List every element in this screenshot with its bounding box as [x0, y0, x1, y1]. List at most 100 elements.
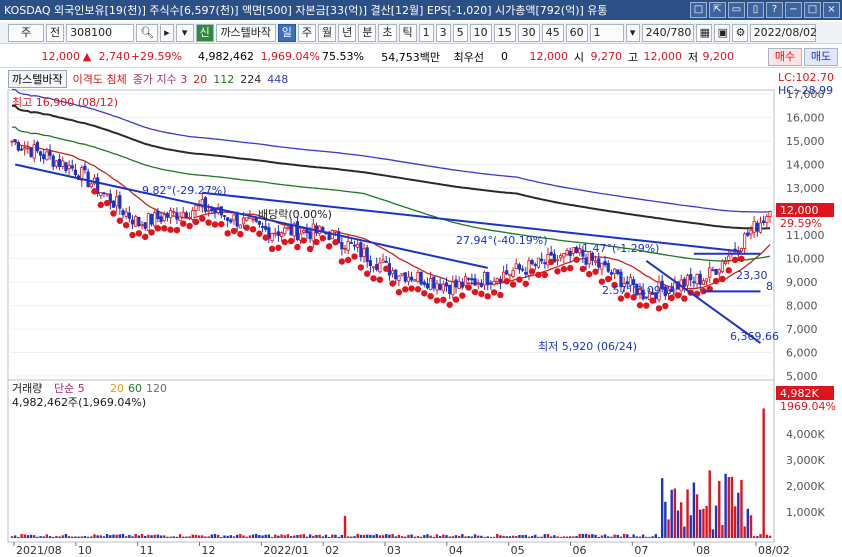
volume-bar	[581, 533, 585, 538]
oversold-dot	[636, 302, 644, 309]
interval-60[interactable]: 60	[565, 23, 588, 42]
volume-bar	[61, 535, 64, 538]
volume-bar	[55, 535, 58, 538]
oversold-dot	[199, 215, 206, 222]
volume-bar	[410, 534, 413, 538]
price-tick-label: 8,000	[786, 300, 818, 313]
oversold-dot	[497, 291, 504, 299]
close-icon[interactable]: ×	[823, 2, 840, 18]
volume-bar	[480, 535, 483, 538]
volume-label: 거래량	[12, 382, 42, 395]
period-minute[interactable]: 분	[358, 23, 377, 42]
window-title: KOSDAQ 외국인보유[19(천)] 주식수[6,597(천)] 액면[500…	[4, 4, 608, 17]
candle-body	[438, 283, 442, 290]
interval-30[interactable]: 30	[517, 23, 540, 42]
period-year[interactable]: 년	[338, 23, 357, 42]
period-week[interactable]: 주	[297, 23, 316, 42]
date-input[interactable]: 2022/08/02	[749, 23, 817, 42]
candle-body	[105, 193, 109, 196]
oversold-dot	[535, 271, 542, 278]
volume-bar	[229, 535, 233, 538]
volume-bar	[80, 536, 83, 538]
volume-bar	[394, 536, 397, 538]
prev-button[interactable]: 전	[46, 23, 65, 42]
interval-input[interactable]: 1	[589, 23, 624, 42]
layout-icon[interactable]: ▭	[728, 2, 745, 18]
candle-body	[229, 219, 233, 223]
volume-bar	[39, 536, 42, 538]
volume-bar	[26, 535, 30, 538]
volume-bar	[74, 536, 77, 538]
oversold-dot	[383, 265, 390, 272]
candle-body	[603, 261, 607, 266]
interval-45[interactable]: 45	[541, 23, 564, 42]
current-price: 12,000	[41, 50, 81, 63]
candle-body	[191, 210, 195, 220]
candle-body	[362, 248, 366, 257]
price-tick-label: 11,000	[786, 229, 825, 242]
chevron-down-icon[interactable]: ▾	[625, 23, 640, 42]
volume-bar	[676, 510, 680, 538]
candle-body	[118, 195, 122, 209]
candle-body	[562, 253, 566, 258]
period-tick[interactable]: 틱	[398, 23, 417, 42]
candle-body	[178, 216, 182, 221]
interval-5[interactable]: 5	[452, 23, 468, 42]
oversold-dot	[516, 276, 523, 283]
interval-1[interactable]: 1	[418, 23, 434, 42]
code-input[interactable]: 308100	[66, 23, 135, 42]
count-display[interactable]: 240/780	[641, 23, 694, 42]
popout-icon[interactable]: ⇱	[709, 2, 726, 18]
candle-body	[444, 282, 449, 287]
speaker-icon[interactable]: ▸	[160, 23, 174, 42]
interval-10[interactable]: 10	[469, 23, 492, 42]
price-chart[interactable]: 17,00016,00015,00014,00013,00012,00011,0…	[0, 68, 842, 557]
oversold-dot	[224, 230, 231, 237]
search-icon[interactable]: 🔍︎	[136, 23, 159, 42]
candle-body	[283, 227, 287, 235]
oversold-dot	[154, 225, 162, 232]
save-icon[interactable]: ▣	[713, 23, 730, 42]
candle-body	[127, 212, 131, 219]
gear-icon[interactable]: ⚙	[731, 23, 748, 42]
trade-amount: 54,753백만	[381, 50, 440, 64]
buy-button[interactable]: 매수	[768, 48, 802, 66]
oversold-dot	[186, 222, 193, 230]
volume-bar	[112, 534, 115, 538]
candle-body	[749, 230, 753, 235]
interval-3[interactable]: 3	[435, 23, 451, 42]
period-day[interactable]: 일	[277, 23, 296, 42]
help-icon[interactable]: ?	[766, 2, 783, 18]
candle-body	[45, 151, 49, 161]
volume-bar	[651, 536, 654, 538]
volume-bar	[486, 536, 489, 538]
oversold-dot	[110, 210, 117, 217]
period-month[interactable]: 월	[318, 23, 337, 42]
volume-bar	[175, 536, 179, 538]
volume-bar	[619, 536, 623, 538]
volume-bar	[496, 533, 499, 538]
volume-bar	[356, 533, 359, 538]
pin-icon[interactable]: ▯	[747, 2, 764, 18]
maximize-icon[interactable]: □	[804, 2, 821, 18]
sell-button[interactable]: 매도	[804, 48, 838, 66]
candle-body	[698, 273, 702, 285]
volume-bar	[71, 536, 74, 538]
volume-bar	[337, 536, 340, 538]
oversold-dot	[446, 301, 453, 308]
market-select[interactable]: 주	[8, 23, 44, 42]
zoom-icon[interactable]: ▦	[695, 23, 712, 42]
volume-bar	[150, 535, 153, 538]
minimize-icon[interactable]: −	[785, 2, 802, 18]
link-icon[interactable]: □	[690, 2, 707, 18]
volume-bar	[559, 536, 562, 538]
chevron-down-icon[interactable]: ▾	[175, 23, 194, 42]
candle-body	[743, 233, 747, 249]
x-tick-label: 10	[78, 544, 92, 557]
period-second[interactable]: 초	[378, 23, 397, 42]
volume-bar	[315, 534, 318, 538]
volume-bar	[99, 535, 103, 538]
candle-body	[413, 279, 417, 282]
interval-15[interactable]: 15	[493, 23, 516, 42]
volume-bar	[400, 536, 404, 538]
